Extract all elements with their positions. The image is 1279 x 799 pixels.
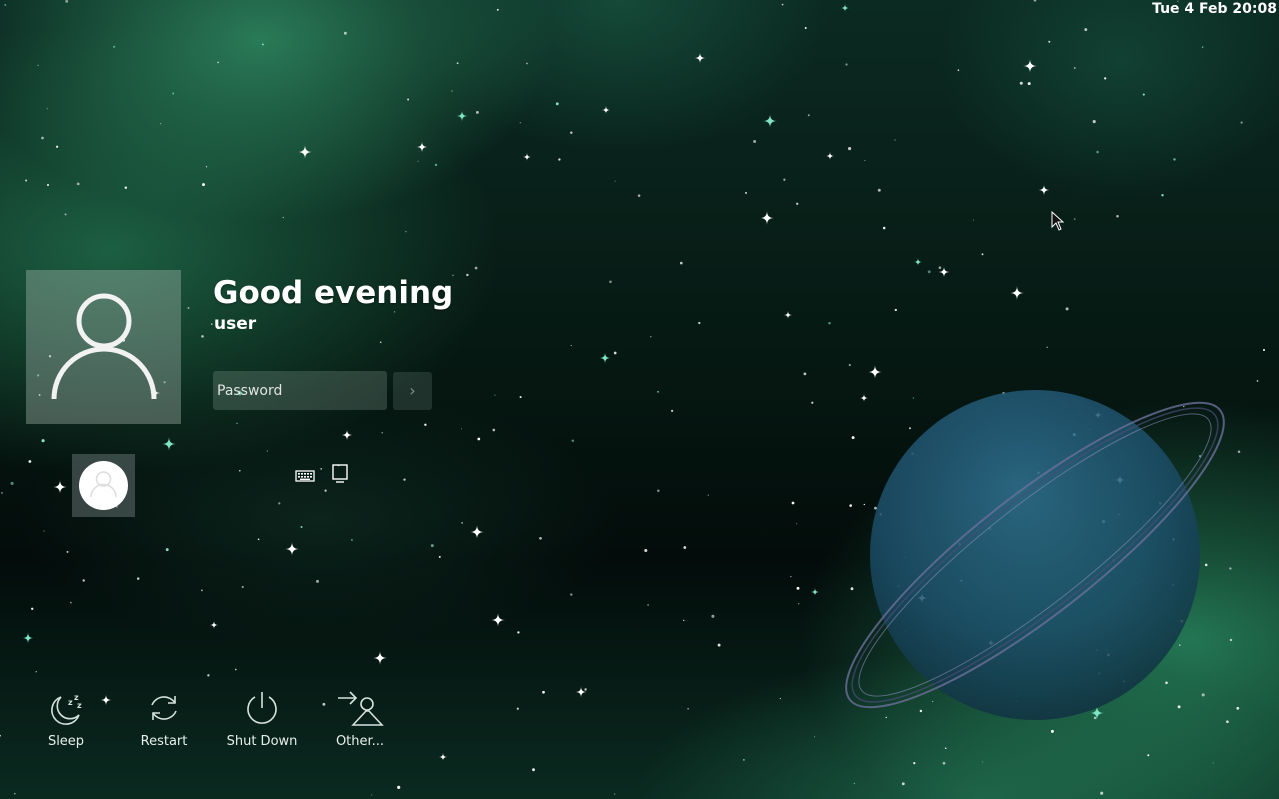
restart-icon bbox=[151, 696, 177, 720]
user-icon bbox=[51, 293, 157, 400]
password-field-container bbox=[213, 371, 387, 410]
login-submit-button[interactable]: › bbox=[393, 372, 432, 410]
shutdown-button[interactable]: Shut Down bbox=[222, 688, 302, 760]
desktop-session-icon bbox=[332, 464, 348, 483]
switch-user-icon bbox=[338, 691, 384, 726]
clock-display: Tue 4 Feb 20:08 bbox=[1152, 1, 1277, 17]
ringed-planet-illustration bbox=[845, 390, 1225, 720]
password-input[interactable] bbox=[213, 371, 387, 410]
sleep-button[interactable]: z z z Sleep bbox=[26, 688, 106, 760]
power-icon bbox=[247, 692, 277, 724]
virtual-keyboard-button[interactable] bbox=[295, 466, 315, 484]
keyboard-icon bbox=[295, 470, 315, 482]
other-users-button[interactable]: Other... bbox=[320, 688, 400, 760]
svg-text:z: z bbox=[77, 701, 82, 710]
restart-label: Restart bbox=[140, 734, 188, 749]
sleep-label: Sleep bbox=[47, 734, 85, 749]
login-screen: Tue 4 Feb 20:08 Good evening user › z z … bbox=[0, 0, 1279, 799]
svg-text:z: z bbox=[68, 698, 73, 707]
user-avatar[interactable] bbox=[26, 270, 181, 424]
sleep-icon: z z z bbox=[51, 693, 82, 725]
greeting-title: Good evening bbox=[213, 275, 454, 311]
restart-button[interactable]: Restart bbox=[124, 688, 204, 760]
user-icon bbox=[79, 461, 128, 510]
other-label: Other... bbox=[335, 734, 385, 749]
other-user-avatar[interactable] bbox=[72, 454, 135, 517]
shutdown-label: Shut Down bbox=[226, 734, 298, 749]
session-selector-button[interactable] bbox=[331, 463, 349, 485]
username-label: user bbox=[214, 314, 257, 334]
mouse-pointer-icon bbox=[1051, 211, 1065, 231]
chevron-right-icon: › bbox=[409, 381, 416, 400]
